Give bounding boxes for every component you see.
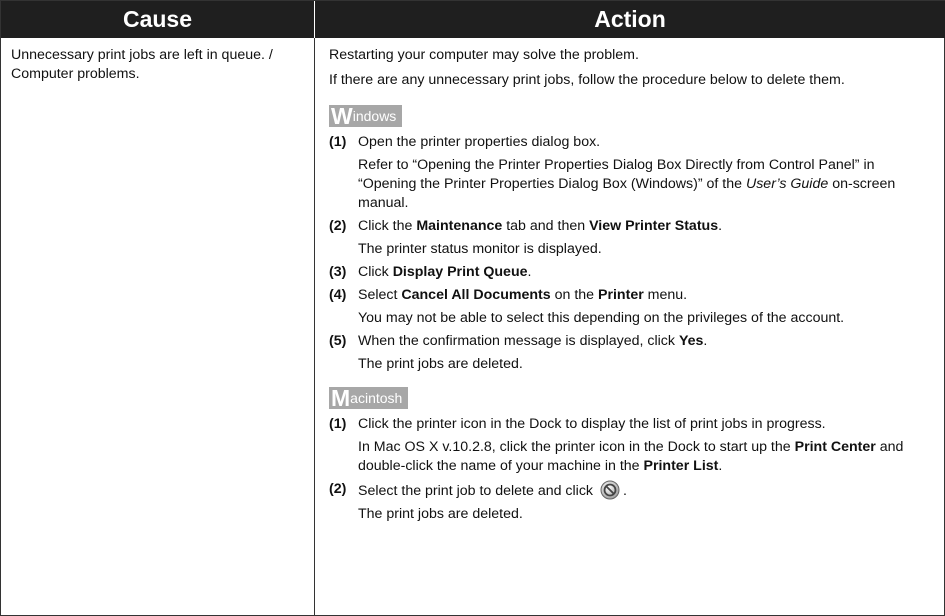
windows-step-5: (5) When the confirmation message is dis… bbox=[329, 332, 934, 351]
windows-badge-rest: indows bbox=[352, 108, 397, 124]
step-number: (2) bbox=[329, 481, 347, 497]
macintosh-badge-initial: M bbox=[331, 385, 351, 411]
windows-badge-initial: W bbox=[331, 103, 353, 129]
mac-step-2-note: The print jobs are deleted. bbox=[358, 506, 523, 522]
step-number: (2) bbox=[329, 218, 347, 234]
mac-step-1: (1) Click the printer icon in the Dock t… bbox=[329, 415, 934, 434]
action-header: Action bbox=[315, 1, 945, 38]
mac-step-1-note: In Mac OS X v.10.2.8, click the printer … bbox=[329, 438, 934, 476]
windows-step-2-note: The printer status monitor is displayed. bbox=[358, 241, 602, 257]
step-text: When the confirmation message is display… bbox=[358, 333, 679, 349]
step-text: Select the print job to delete and click bbox=[358, 483, 594, 499]
printer-menu-label: Printer bbox=[598, 287, 644, 303]
step-text: on the bbox=[550, 287, 598, 303]
step-text: . bbox=[527, 264, 532, 280]
windows-step-3: (3) Click Display Print Queue. bbox=[329, 263, 934, 282]
users-guide-title: User’s Guide bbox=[745, 176, 829, 192]
cause-header: Cause bbox=[1, 1, 314, 38]
mac-step-2: (2) Select the print job to delete and c… bbox=[329, 480, 934, 501]
windows-step-4: (4) Select Cancel All Documents on the P… bbox=[329, 286, 934, 305]
yes-label: Yes bbox=[678, 333, 704, 349]
step-text: menu. bbox=[643, 287, 688, 303]
step-number: (3) bbox=[329, 264, 347, 280]
print-center-label: Print Center bbox=[794, 439, 876, 455]
windows-step-1-note: Refer to “Opening the Printer Properties… bbox=[329, 156, 934, 213]
maintenance-label: Maintenance bbox=[416, 218, 503, 234]
column-separator bbox=[314, 38, 315, 615]
step-text: . bbox=[718, 218, 723, 234]
windows-badge: Windows bbox=[329, 103, 403, 129]
macintosh-badge-rest: acintosh bbox=[350, 390, 403, 406]
windows-step-4-note: You may not be able to select this depen… bbox=[358, 310, 845, 326]
step-text: tab and then bbox=[502, 218, 590, 234]
step-number: (1) bbox=[329, 134, 347, 150]
note-text: In Mac OS X v.10.2.8, click the printer … bbox=[358, 439, 795, 455]
troubleshooting-table: Cause Action Unnecessary print jobs are … bbox=[0, 0, 945, 616]
windows-step-1: (1) Open the printer properties dialog b… bbox=[329, 133, 934, 152]
printer-list-label: Printer List bbox=[643, 458, 719, 474]
step-text: Click the printer icon in the Dock to di… bbox=[358, 416, 826, 432]
step-text: . bbox=[703, 333, 708, 349]
step-text: Open the printer properties dialog box. bbox=[358, 134, 601, 150]
step-text: Select bbox=[358, 287, 402, 303]
step-text: Click bbox=[358, 264, 393, 280]
step-number: (1) bbox=[329, 416, 347, 432]
macintosh-badge: Macintosh bbox=[329, 385, 409, 411]
note-text: . bbox=[718, 458, 723, 474]
windows-step-5-note: The print jobs are deleted. bbox=[358, 356, 523, 372]
cancel-icon bbox=[600, 480, 620, 500]
action-cell: Restarting your computer may solve the p… bbox=[329, 46, 934, 528]
cancel-all-documents-label: Cancel All Documents bbox=[401, 287, 551, 303]
windows-step-2: (2) Click the Maintenance tab and then V… bbox=[329, 217, 934, 236]
step-text: . bbox=[622, 483, 627, 499]
display-print-queue-label: Display Print Queue bbox=[392, 264, 528, 280]
step-number: (5) bbox=[329, 333, 347, 349]
intro-restart: Restarting your computer may solve the p… bbox=[329, 47, 639, 63]
cause-cell: Unnecessary print jobs are left in queue… bbox=[11, 47, 273, 82]
step-text: Click the bbox=[358, 218, 417, 234]
intro-delete-jobs: If there are any unnecessary print jobs,… bbox=[329, 72, 845, 88]
view-printer-status-label: View Printer Status bbox=[589, 218, 719, 234]
step-number: (4) bbox=[329, 287, 347, 303]
